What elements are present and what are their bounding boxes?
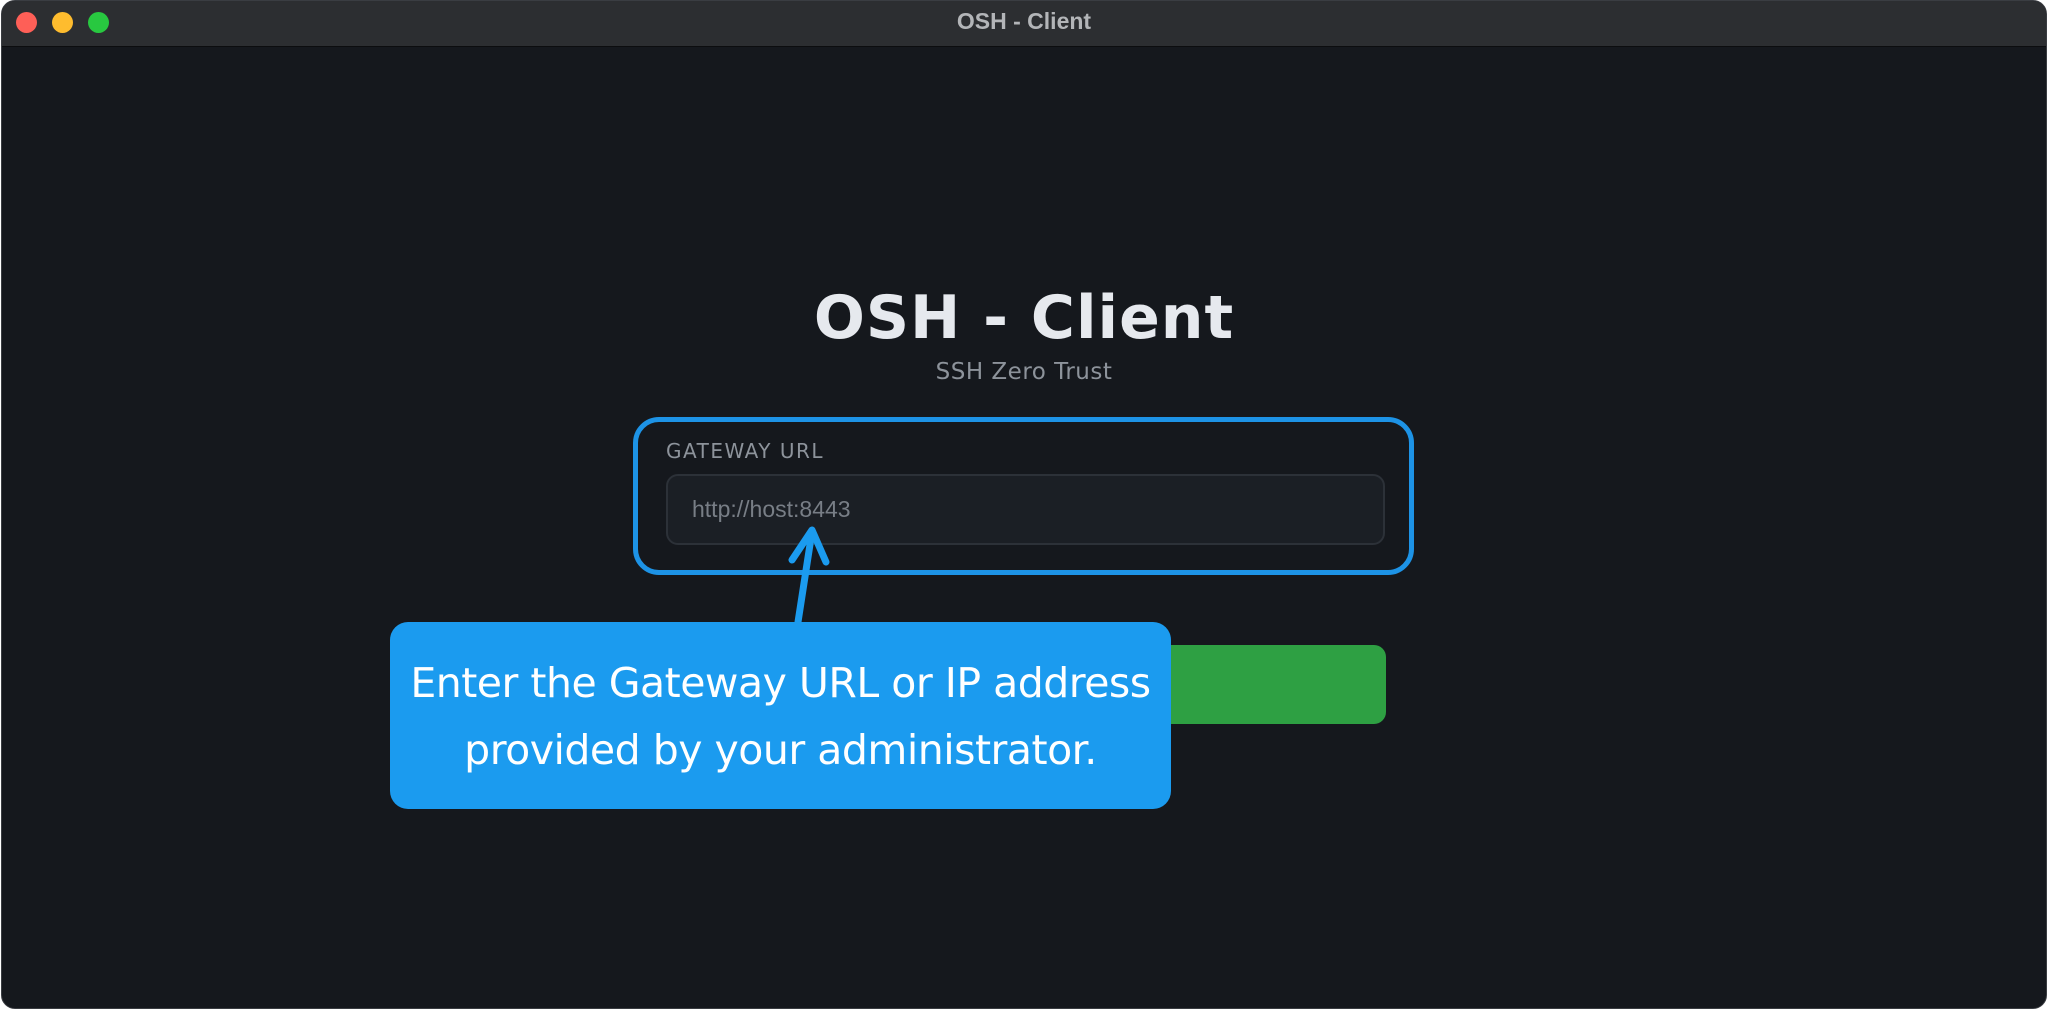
gateway-url-label: GATEWAY URL — [666, 439, 825, 463]
window-title: OSH - Client — [956, 8, 1092, 34]
callout-line-1: Enter the Gateway URL or IP address — [410, 659, 1151, 707]
app-window: OSH - Client OSH - Client SSH Zero Trust… — [1, 0, 2047, 1009]
connect-button[interactable] — [1138, 645, 1386, 724]
page-subtitle: SSH Zero Trust — [935, 359, 1113, 385]
gateway-url-input[interactable] — [666, 474, 1385, 545]
page-title: OSH - Client — [813, 283, 1235, 353]
tutorial-callout: Enter the Gateway URL or IP address prov… — [390, 622, 1171, 809]
title-bar: OSH - Client — [2, 1, 2046, 47]
callout-line-2: provided by your administrator. — [464, 726, 1097, 774]
